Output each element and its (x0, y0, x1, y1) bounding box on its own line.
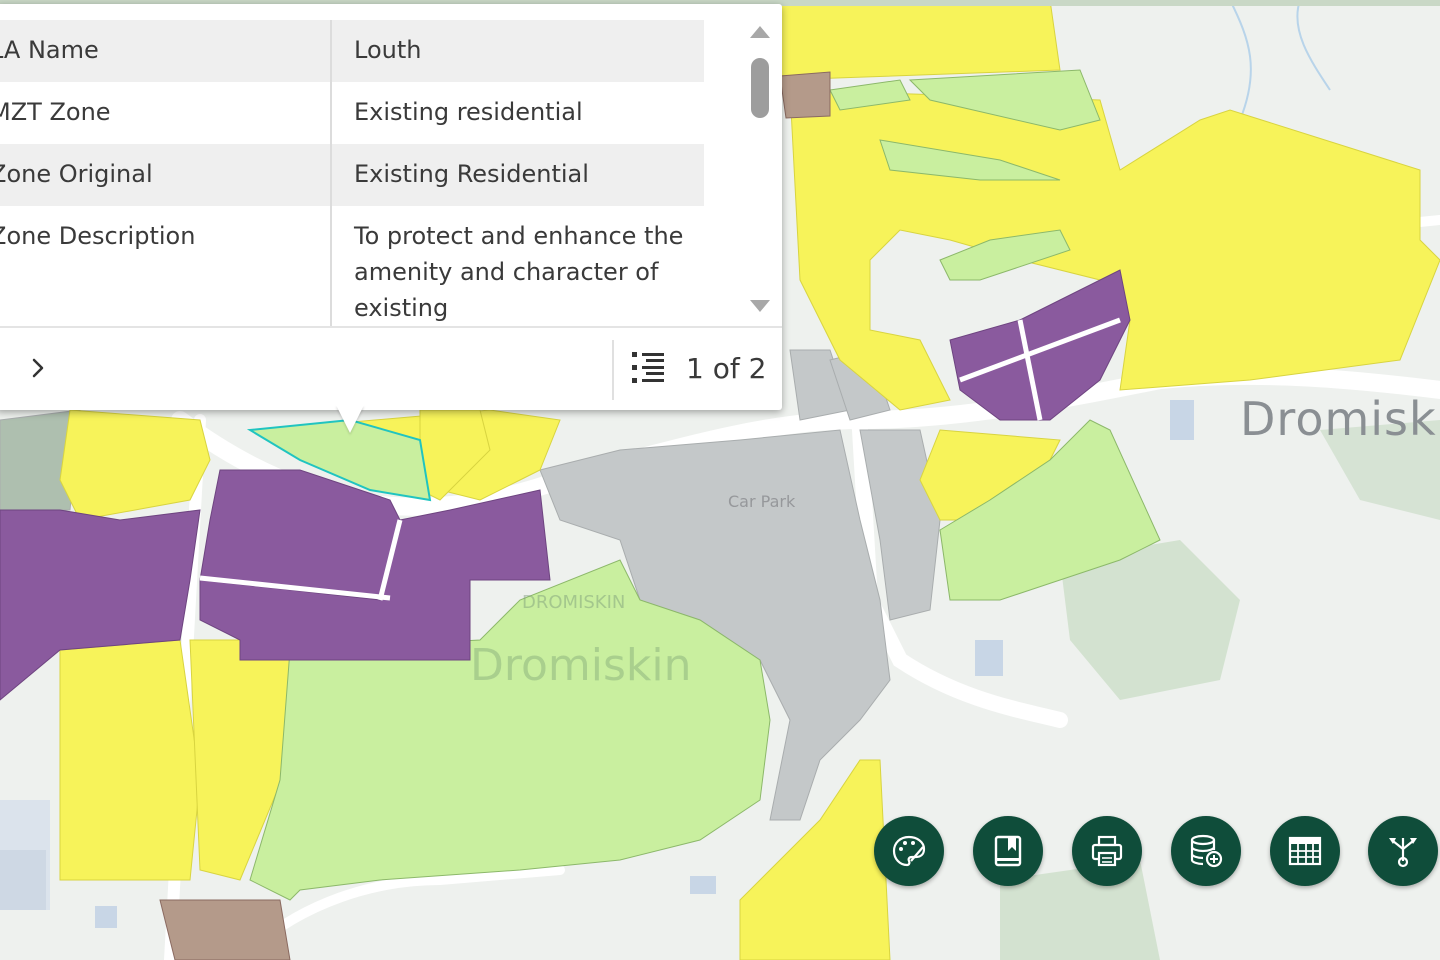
scroll-down-arrow-icon[interactable] (750, 300, 770, 312)
feature-popup[interactable]: LA Name Louth MZT Zone Existing resident… (0, 4, 782, 410)
footer-divider (612, 340, 614, 400)
attribute-key: Zone Description (0, 206, 332, 326)
feature-list-button[interactable] (628, 346, 672, 390)
attribute-row: LA Name Louth (0, 20, 704, 82)
database-add-icon (1190, 834, 1223, 868)
basemap-gallery-button[interactable] (874, 816, 944, 886)
place-label: Dromiskin (1240, 392, 1440, 446)
attribute-row: Zone Description To protect and enhance … (0, 206, 704, 326)
attribute-value: Existing residential (354, 98, 583, 126)
attribute-table-button[interactable] (1270, 816, 1340, 886)
share-button[interactable] (1368, 816, 1438, 886)
attribute-table: LA Name Louth MZT Zone Existing resident… (0, 20, 704, 326)
table-icon (1288, 836, 1322, 866)
map-view[interactable]: Dromiskin Dromiskin Car Park DROMISKIN L… (0, 0, 1440, 960)
add-data-button[interactable] (1171, 816, 1241, 886)
bookmark-icon (994, 835, 1022, 867)
car-park-label: Car Park (728, 492, 796, 511)
attribute-key: LA Name (0, 20, 332, 82)
palette-icon (892, 835, 926, 867)
attribute-value: Louth (354, 36, 422, 64)
place-label-faded: Dromiskin (470, 640, 692, 691)
share-icon (1389, 838, 1417, 868)
feature-count: 1 of 2 (686, 352, 767, 385)
next-feature-button[interactable] (18, 348, 58, 388)
attribute-key: Zone Original (0, 144, 332, 206)
bookmarks-button[interactable] (973, 816, 1043, 886)
popup-scrollbar[interactable] (748, 24, 772, 324)
attribute-row: Zone Original Existing Residential (0, 144, 704, 206)
printer-icon (1091, 835, 1123, 867)
chevron-right-icon (32, 358, 44, 378)
attribute-key: MZT Zone (0, 82, 332, 144)
scroll-up-arrow-icon[interactable] (750, 26, 770, 38)
attribute-value: Existing Residential (354, 160, 589, 188)
attribute-value: To protect and enhance the amenity and c… (354, 222, 684, 322)
attribute-row: MZT Zone Existing residential (0, 82, 704, 144)
scroll-thumb[interactable] (751, 58, 769, 118)
popup-pointer (336, 405, 364, 433)
small-place-label: DROMISKIN (522, 592, 626, 613)
popup-footer: 1 of 2 (0, 326, 782, 412)
print-button[interactable] (1072, 816, 1142, 886)
list-icon (632, 352, 664, 383)
